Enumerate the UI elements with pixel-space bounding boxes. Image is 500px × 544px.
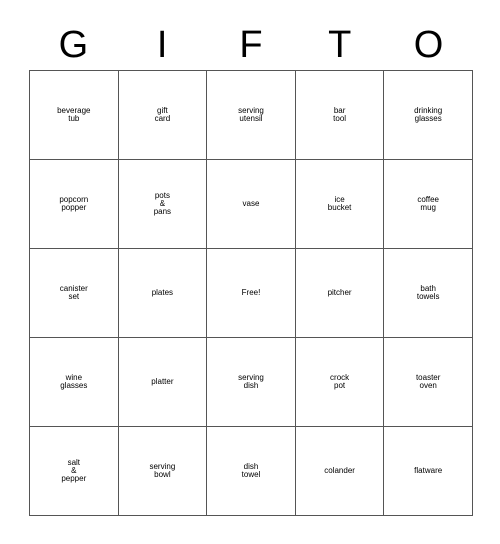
bingo-cell-r2-c3[interactable]: vase (207, 160, 296, 249)
bingo-cell-label: Free! (241, 287, 261, 297)
bingo-cell-r3-c5[interactable]: bath towels (384, 249, 473, 338)
bingo-cell-label: ice bucket (327, 194, 352, 212)
bingo-cell-r3-c2[interactable]: plates (118, 249, 208, 338)
bingo-header-letter-5: O (413, 24, 444, 66)
bingo-cell-r1-c2[interactable]: gift card (118, 71, 208, 160)
bingo-cell-r2-c2[interactable]: pots & pans (118, 160, 208, 249)
bingo-cell-r3-c1[interactable]: canister set (30, 249, 119, 338)
bingo-cell-label: plates (151, 287, 174, 297)
bingo-cell-r4-c4[interactable]: crock pot (295, 338, 385, 427)
bingo-cell-r2-c1[interactable]: popcorn popper (30, 160, 119, 249)
bingo-grid: beverage tub gift card serving utensil bar … (29, 70, 473, 516)
bingo-cell-label: flatware (414, 465, 443, 475)
bingo-cell-label: gift card (154, 105, 171, 123)
bingo-cell-label: serving utensil (238, 105, 264, 123)
bingo-cell-r2-c5[interactable]: coffee mug (384, 160, 473, 249)
bingo-header-letter-3: F (239, 24, 263, 66)
bingo-header-letter-1: G (58, 24, 89, 66)
bingo-cell-label: popcorn popper (59, 194, 89, 212)
bingo-cell-label: salt & pepper (61, 457, 87, 484)
bingo-cell-r1-c5[interactable]: drinking glasses (384, 71, 473, 160)
bingo-cell-r4-c3[interactable]: serving dish (207, 338, 296, 427)
bingo-cell-label: drinking glasses (414, 105, 443, 123)
bingo-cell-r5-c3[interactable]: dish towel (207, 427, 296, 516)
bingo-cell-r1-c3[interactable]: serving utensil (207, 71, 296, 160)
bingo-cell-r5-c2[interactable]: serving bowl (118, 427, 208, 516)
bingo-cell-label: bath towels (416, 283, 440, 301)
bingo-cell-label: wine glasses (60, 372, 88, 390)
bingo-cell-r2-c4[interactable]: ice bucket (295, 160, 385, 249)
bingo-cell-label: pitcher (327, 287, 352, 297)
bingo-cell-label: coffee mug (417, 194, 440, 212)
bingo-cell-label: pots & pans (153, 190, 172, 217)
bingo-card: G I F T O beverage tub gift card serving utens… (0, 0, 500, 544)
bingo-cell-label: crock pot (330, 372, 350, 390)
bingo-cell-label: canister set (59, 283, 88, 301)
bingo-cell-r4-c1[interactable]: wine glasses (30, 338, 119, 427)
bingo-cell-free-space[interactable]: Free! (207, 249, 296, 338)
bingo-cell-label: vase (242, 198, 260, 208)
bingo-cell-r1-c4[interactable]: bar tool (295, 71, 385, 160)
bingo-cell-r3-c4[interactable]: pitcher (295, 249, 385, 338)
bingo-cell-label: dish towel (241, 461, 261, 479)
bingo-cell-label: platter (151, 376, 174, 386)
bingo-cell-label: beverage tub (57, 105, 91, 123)
bingo-header-letter-4: T (328, 24, 352, 66)
bingo-cell-r5-c5[interactable]: flatware (384, 427, 473, 516)
bingo-cell-r5-c4[interactable]: colander (295, 427, 385, 516)
bingo-header-row: GIFTO (29, 20, 473, 70)
bingo-cell-label: serving bowl (149, 461, 176, 479)
bingo-cell-label: toaster oven (415, 372, 441, 390)
bingo-cell-label: serving dish (238, 372, 264, 390)
bingo-cell-r1-c1[interactable]: beverage tub (30, 71, 119, 160)
bingo-cell-r5-c1[interactable]: salt & pepper (30, 427, 119, 516)
bingo-cell-r4-c2[interactable]: platter (118, 338, 208, 427)
bingo-cell-label: bar tool (333, 105, 347, 123)
bingo-header-letter-2: I (156, 24, 168, 66)
bingo-cell-label: colander (324, 465, 355, 475)
bingo-cell-r4-c5[interactable]: toaster oven (384, 338, 473, 427)
